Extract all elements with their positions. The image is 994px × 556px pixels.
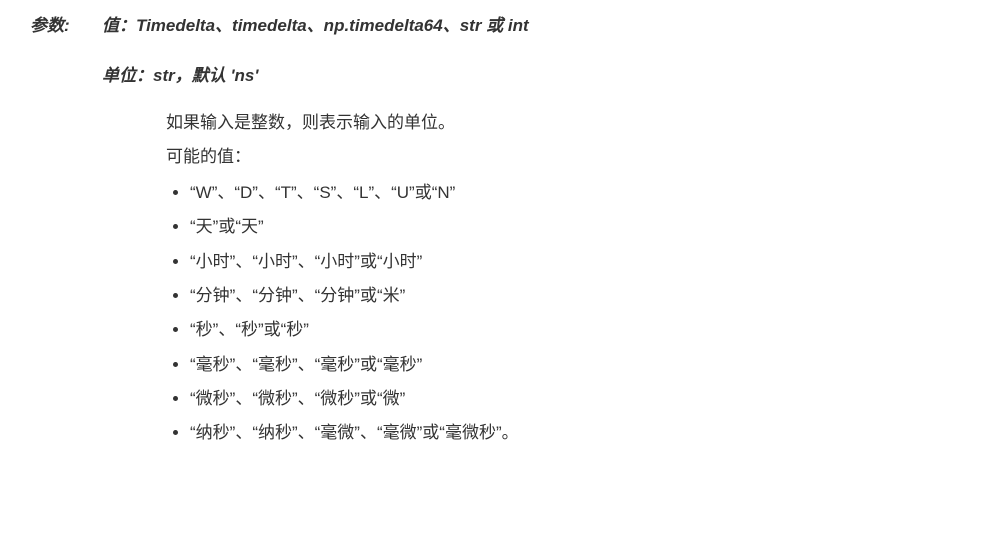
list-item: “天”或“天”	[190, 211, 964, 243]
unit-desc-line: 可能的值：	[166, 141, 964, 173]
list-item: “毫秒”、“毫秒”、“毫秒”或“毫秒”	[190, 349, 964, 381]
list-item: “秒”、“秒”或“秒”	[190, 314, 964, 346]
value-signature: 值：Timedelta、timedelta、np.timedelta64、str…	[102, 10, 529, 42]
unit-signature: 单位：str，默认 'ns'	[102, 60, 258, 92]
list-item: “小时”、“小时”、“小时”或“小时”	[190, 246, 964, 278]
param-value-row: 参数: 值：Timedelta、timedelta、np.timedelta64…	[30, 10, 964, 42]
list-item: “W”、“D”、“T”、“S”、“L”、“U”或“N”	[190, 177, 964, 209]
doc-page: 参数: 值：Timedelta、timedelta、np.timedelta64…	[0, 0, 994, 472]
unit-desc-line: 如果输入是整数，则表示输入的单位。	[166, 107, 964, 139]
param-label: 参数:	[30, 10, 90, 42]
unit-values-list: “W”、“D”、“T”、“S”、“L”、“U”或“N” “天”或“天” “小时”…	[166, 177, 964, 449]
unit-description-block: 如果输入是整数，则表示输入的单位。 可能的值： “W”、“D”、“T”、“S”、…	[166, 107, 964, 450]
list-item: “分钟”、“分钟”、“分钟”或“米”	[190, 280, 964, 312]
list-item: “微秒”、“微秒”、“微秒”或“微”	[190, 383, 964, 415]
param-unit-row: 单位：str，默认 'ns'	[102, 60, 964, 92]
list-item: “纳秒”、“纳秒”、“毫微”、“毫微”或“毫微秒”。	[190, 417, 964, 449]
